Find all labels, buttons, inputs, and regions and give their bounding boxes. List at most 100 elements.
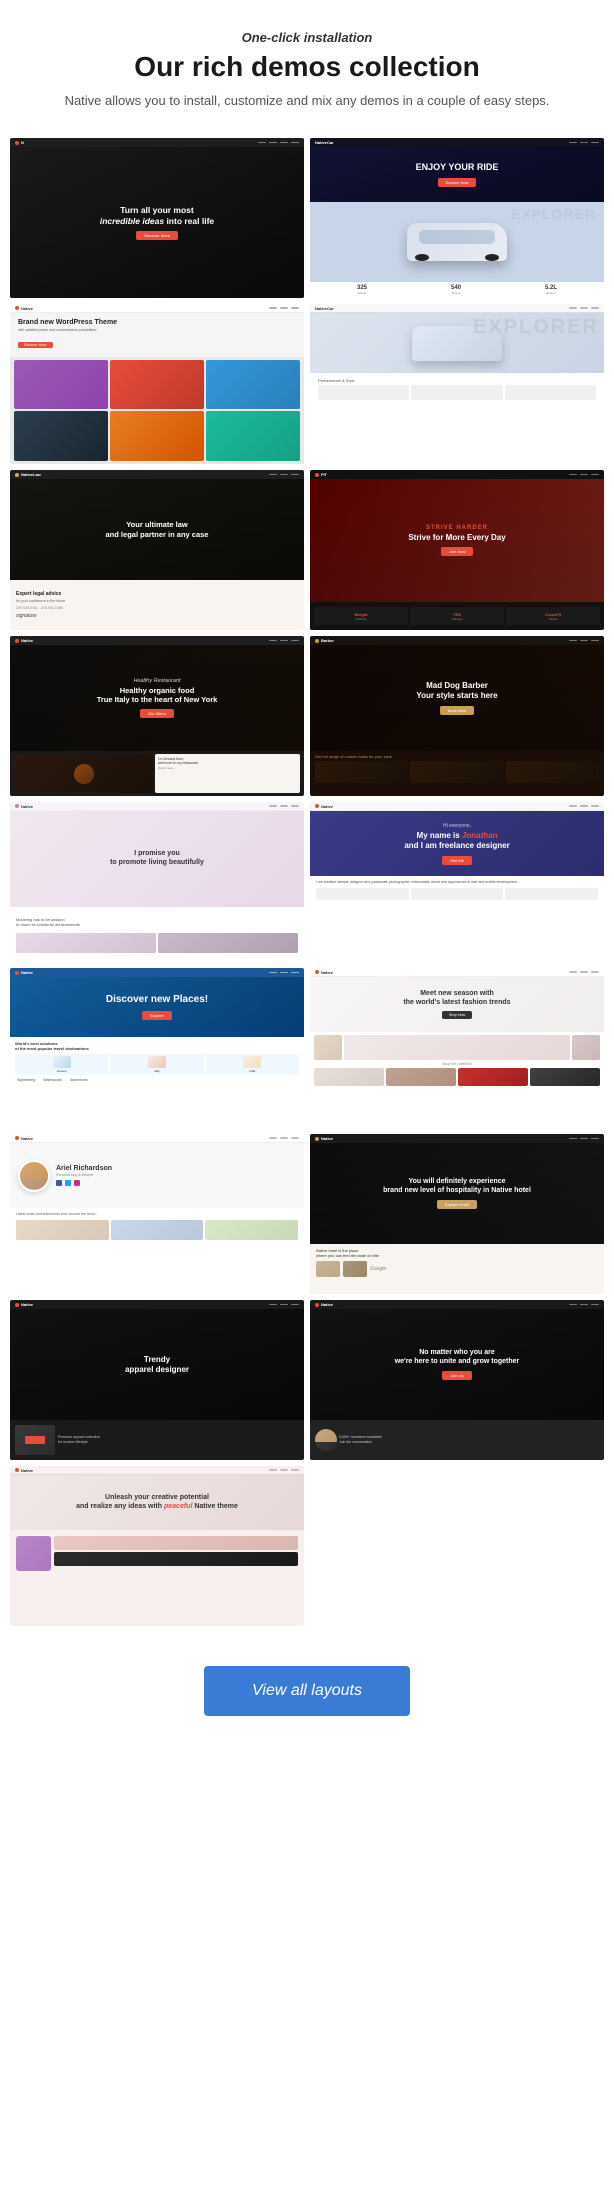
- card8-sub: Get full range of custom looks for your …: [315, 754, 599, 759]
- page-title: Our rich demos collection: [20, 51, 594, 83]
- footer-area: View all layouts: [0, 1636, 614, 1756]
- card12-cloth3: [458, 1068, 528, 1086]
- card8-cta: Book Now: [440, 706, 474, 715]
- demo-card-fitness[interactable]: FIT STRIVE HARDER Strive for More Every …: [310, 470, 604, 630]
- card6-feat2: TRX Classes: [410, 607, 504, 625]
- card13-social3: [74, 1180, 80, 1186]
- card7-logo: Native: [21, 638, 33, 643]
- card11-dest2: Italy: [110, 1054, 203, 1075]
- demo-card-wordpress[interactable]: Native Brand new WordPress Theme with sa…: [10, 304, 304, 464]
- card14-sig: Google: [370, 1266, 386, 1272]
- demo-card-apparel[interactable]: Native Trendyapparel designer Premium ap…: [10, 1300, 304, 1460]
- demo-card-travel[interactable]: Native Discover new Places! Explore Worl…: [10, 968, 304, 1128]
- demo-card-explorer[interactable]: NativeCar EXPLORER Performance & Style: [310, 304, 604, 464]
- subtitle-rest: installation: [300, 30, 372, 45]
- card11-sub: World's best solutionsof the most popula…: [15, 1041, 299, 1051]
- card3-sub: with satisfied power and customization p…: [18, 328, 296, 333]
- card5-logo: NativeLaw: [21, 472, 41, 477]
- card3-img4: [14, 411, 108, 461]
- card15-logo: Native: [21, 1302, 33, 1307]
- card12-title: Meet new season withthe world's latest f…: [403, 990, 510, 1008]
- card2-cta: Explore Now: [438, 178, 477, 187]
- car-shape: [407, 223, 507, 261]
- card13-name: Ariel Richardson: [56, 1165, 112, 1172]
- card6-cta: Join Now: [441, 547, 473, 556]
- card15-title: Trendyapparel designer: [125, 1355, 189, 1375]
- card4-bg-text: EXPLORER: [473, 316, 599, 339]
- demo-card-food[interactable]: Native Healthy Restaurant Healthy organi…: [10, 636, 304, 796]
- card9-logo: Native: [21, 804, 33, 809]
- page-description: Native allows you to install, customize …: [20, 93, 594, 108]
- card2-stat3: 5.2L Engine: [545, 285, 557, 295]
- card11-dest1: Greece: [15, 1054, 108, 1075]
- view-all-button[interactable]: View all layouts: [204, 1666, 410, 1716]
- button-suffix: layouts: [307, 1682, 362, 1699]
- card14-img2: [343, 1261, 367, 1277]
- card6-feat1: Weight Training: [314, 607, 408, 625]
- card4-feat2: [411, 385, 502, 400]
- card7-blog: I'm Jessica from,welcome to my restauran…: [155, 754, 300, 793]
- card17-logo: Native: [21, 1468, 33, 1473]
- demo-card-fashion[interactable]: Native Meet new season withthe world's l…: [310, 968, 604, 1128]
- card17-img2: [54, 1552, 298, 1566]
- card16-logo: Native: [321, 1302, 333, 1307]
- card16-members: 5,000+ members worldwideJoin the convers…: [339, 1435, 599, 1446]
- card1-title: Turn all your mostincredible ideas into …: [100, 205, 214, 226]
- card10-sub: Hi everyone,: [443, 823, 471, 829]
- card12-prod3: [572, 1035, 600, 1060]
- card9-title: I promise youto promote living beautiful…: [110, 850, 204, 868]
- card6-feat3: CrossFit Studio: [506, 607, 600, 625]
- demo-card-freelance[interactable]: Native Hi everyone, My name is Jonathana…: [310, 802, 604, 962]
- demo-card-hotel[interactable]: Native You will definitely experiencebra…: [310, 1134, 604, 1294]
- card10-skill2: [411, 888, 504, 900]
- demo-card-agency[interactable]: N Turn all your mostincredible ideas int…: [10, 138, 304, 298]
- card1-logo: N: [21, 140, 24, 145]
- card11-cta: Explore: [142, 1011, 172, 1020]
- card2-bg-text: EXPLORER: [511, 206, 596, 222]
- demo-card-community[interactable]: Native No matter who you arewe're here t…: [310, 1300, 604, 1460]
- demo-card-lifestyle[interactable]: Native I promise youto promote living be…: [10, 802, 304, 962]
- card7-cta: Our Menu: [140, 709, 174, 718]
- card13-social2: [65, 1180, 71, 1186]
- demo-card-barber[interactable]: Barber Mad Dog BarberYour style starts h…: [310, 636, 604, 796]
- card8-img1: [315, 761, 408, 783]
- card14-sub: Native hotel is the placewhere you can f…: [316, 1248, 598, 1258]
- card15-desc: Premium apparel collectionfor modern lif…: [58, 1435, 299, 1446]
- card11-feat1: Sightseeing: [17, 1078, 35, 1082]
- card6-title: Strive for More Every Day: [408, 533, 505, 543]
- card4-sub: Performance & Style: [318, 378, 596, 383]
- card13-post2: [111, 1220, 204, 1240]
- card14-title: You will definitely experiencebrand new …: [383, 1178, 531, 1196]
- card2-stat1: 325 Speed: [357, 285, 367, 295]
- card2-stat2: 540 Torque: [451, 285, 461, 295]
- card7-img1: [14, 754, 153, 793]
- card10-skill1: [316, 888, 409, 900]
- button-italic: all: [291, 1682, 307, 1699]
- card11-feat2: Watersports: [43, 1078, 62, 1082]
- card13-desc: Personal blog & lifestyle: [56, 1173, 112, 1177]
- card5-phone1: 200-929-0161: [16, 606, 38, 610]
- page-header: One-click installation Our rich demos co…: [0, 0, 614, 128]
- card10-title: My name is Jonathanand I am freelance de…: [404, 831, 509, 851]
- card4-feat1: [318, 385, 409, 400]
- card2-title: ENJOY YOUR RIDE: [416, 162, 499, 173]
- card1-cta: Discover More: [136, 231, 178, 240]
- card6-logo: FIT: [321, 472, 327, 477]
- card3-title: Brand new WordPress Theme: [18, 319, 296, 326]
- demo-card-ariel[interactable]: Native Ariel Richardson Personal blog & …: [10, 1134, 304, 1294]
- card7-title: Healthy organic foodTrue Italy to the he…: [97, 686, 218, 705]
- card14-cta: Explore Hotel: [437, 1200, 477, 1209]
- card9-sub: Modeling has to be passionto reach its w…: [16, 917, 298, 927]
- card5-sub-title: Expert legal advice: [16, 591, 298, 597]
- subtitle: One-click installation: [20, 30, 594, 45]
- demos-grid: N Turn all your mostincredible ideas int…: [0, 128, 614, 1636]
- card5-sig: signature: [16, 613, 298, 619]
- demo-card-law[interactable]: NativeLaw Your ultimate lawand legal par…: [10, 470, 304, 630]
- demo-card-native-creative[interactable]: Native Unleash your creative potentialan…: [10, 1466, 304, 1626]
- demo-card-car[interactable]: NativeCar ENJOY YOUR RIDE Explore Now EX…: [310, 138, 604, 298]
- card15-img1: [15, 1425, 55, 1455]
- card3-img1: [14, 360, 108, 410]
- card12-cloth1: [314, 1068, 384, 1086]
- card3-img3: [206, 360, 300, 410]
- card10-skill3: [505, 888, 598, 900]
